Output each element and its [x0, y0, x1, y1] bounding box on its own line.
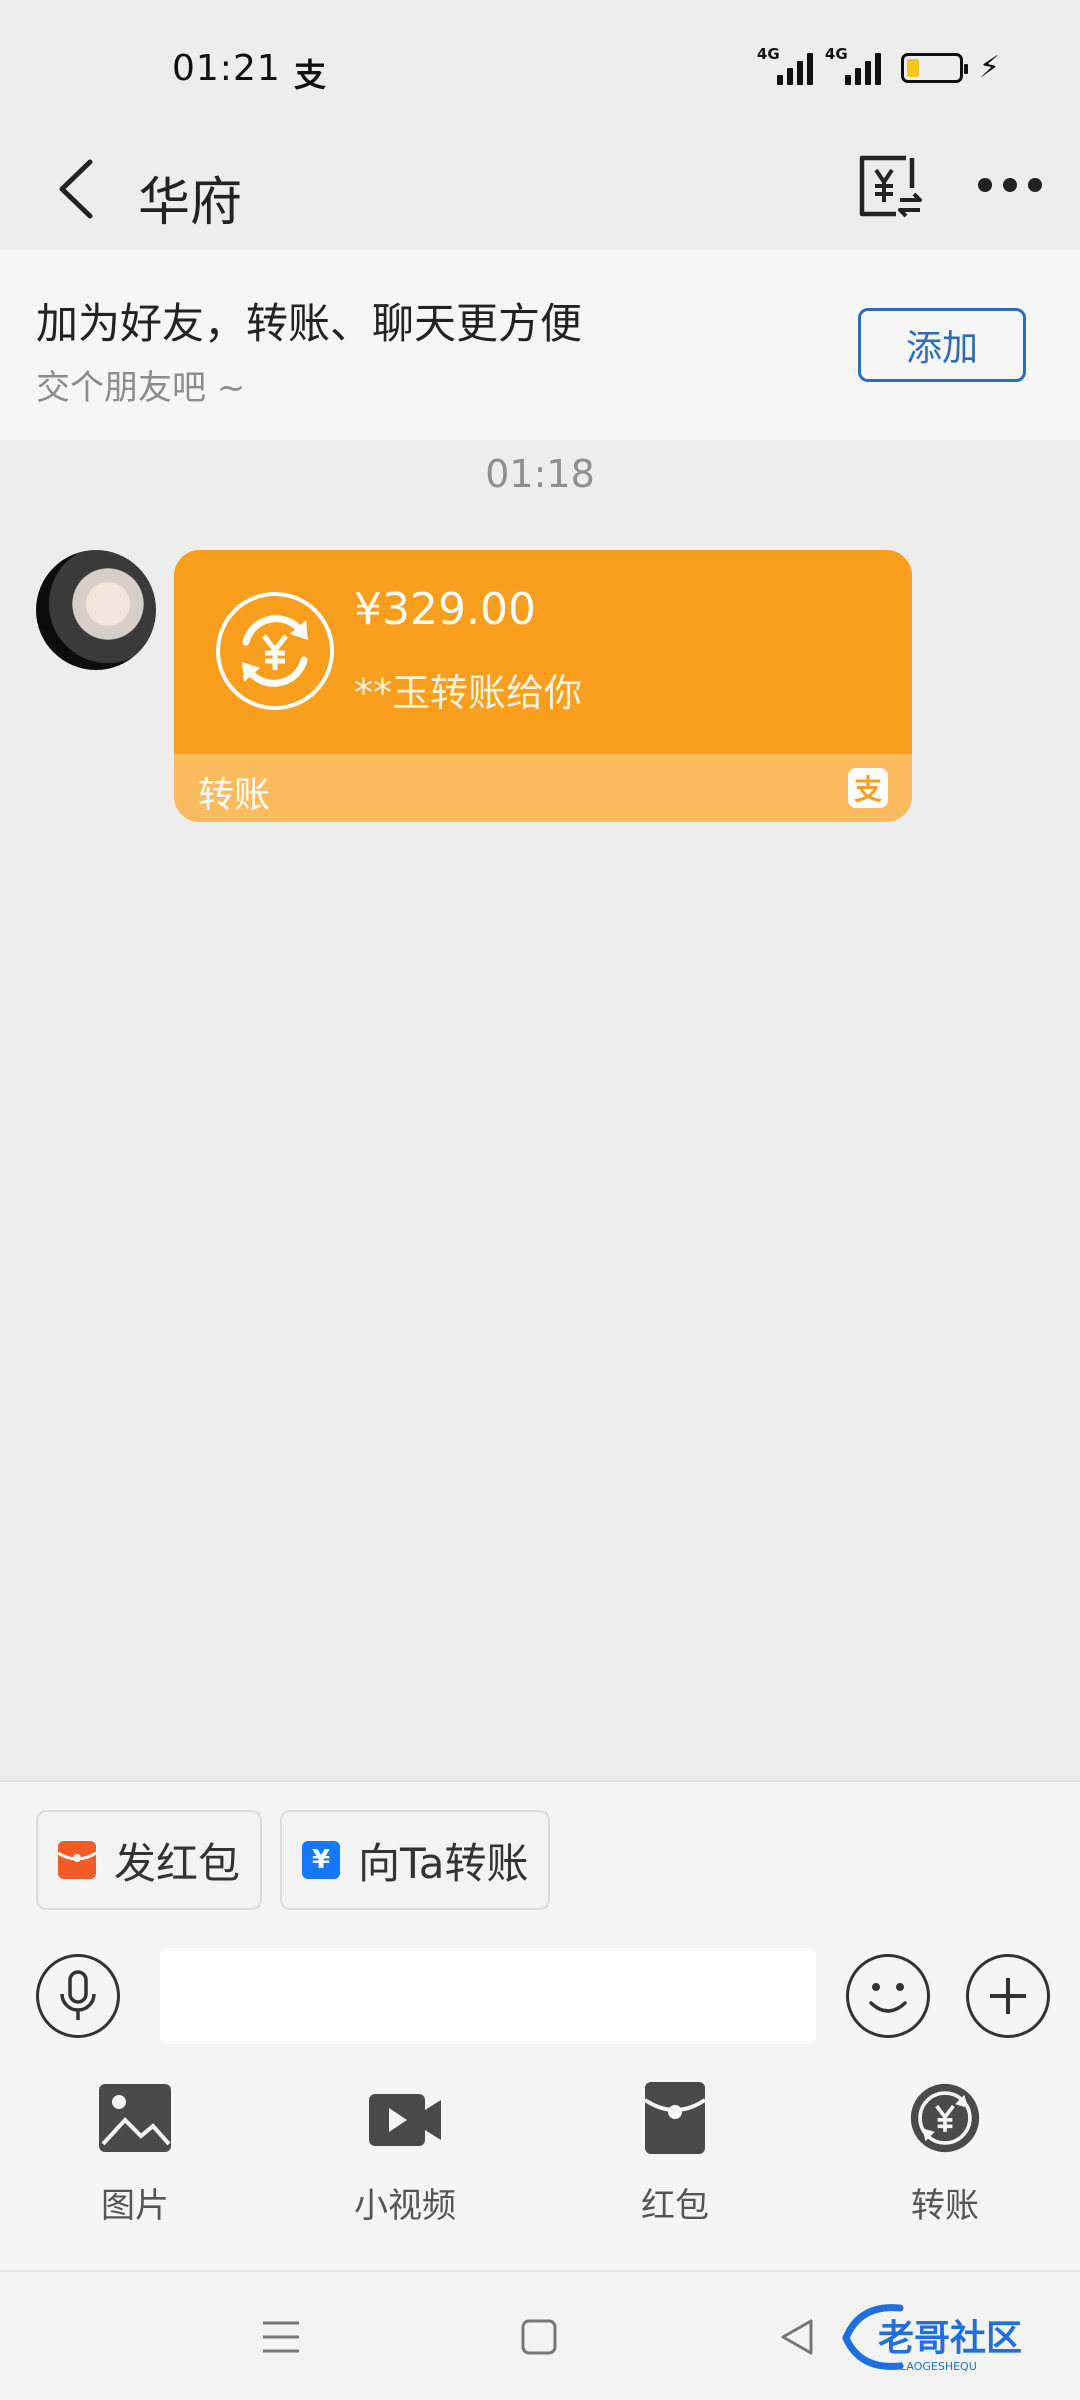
transfer-card-icon: ¥	[302, 1841, 341, 1879]
status-indicators: 4G 4G ⚡	[757, 45, 1000, 86]
charging-icon: ⚡	[978, 50, 1000, 85]
back-arrow-icon	[59, 159, 93, 219]
add-friend-banner: 加为好友，转账、聊天更方便 交个朋友吧 ~ 添加	[0, 250, 1080, 440]
alipay-status-icon: 支	[294, 56, 327, 94]
status-time: 01:21	[172, 48, 281, 89]
menu-button[interactable]	[256, 2312, 306, 2362]
send-red-packet-button[interactable]: 发红包	[36, 1810, 263, 1910]
back-triangle-icon	[781, 2319, 813, 2355]
transfer-card-body: ¥329.00 **玉转账给你	[174, 550, 912, 754]
more-icon	[978, 178, 992, 192]
tool-video[interactable]: 小视频	[270, 2082, 540, 2242]
home-icon	[521, 2319, 557, 2355]
transfer-description: **玉转账给你	[354, 671, 583, 715]
back-nav-button[interactable]	[772, 2312, 822, 2362]
transfer-amount: ¥329.00	[354, 584, 536, 635]
microphone-icon	[60, 1970, 96, 2020]
video-icon	[369, 2082, 441, 2154]
home-button[interactable]	[514, 2312, 564, 2362]
more-options-button[interactable]	[966, 1954, 1050, 2038]
alipay-logo-icon: 支	[848, 768, 888, 808]
plus-icon	[990, 1978, 1026, 2014]
back-button[interactable]	[48, 154, 108, 224]
transfer-message-card[interactable]: ¥329.00 **玉转账给你 转账 支	[174, 550, 912, 822]
more-button[interactable]	[978, 160, 1042, 210]
yuan-bill-icon	[859, 155, 922, 218]
tool-red-packet[interactable]: 红包	[540, 2082, 810, 2242]
network-type-2: 4G	[824, 44, 848, 63]
quick-actions: 发红包 ¥ 向Ta转账	[36, 1810, 551, 1910]
message-input[interactable]	[160, 1948, 816, 2044]
emoji-button[interactable]	[846, 1954, 930, 2038]
smiley-icon	[869, 1983, 907, 2013]
network-type-1: 4G	[756, 44, 780, 63]
bill-button[interactable]	[856, 148, 926, 224]
top-nav-bar: 华府	[0, 130, 1080, 250]
svg-text:老哥社区: 老哥社区	[878, 2318, 1022, 2359]
quick-action-label: 向Ta转账	[358, 1838, 529, 1888]
add-friend-subtitle: 交个朋友吧 ~	[36, 368, 246, 408]
status-bar: 01:21 支 4G 4G ⚡	[0, 0, 1080, 130]
battery-icon	[900, 52, 968, 83]
add-friend-button[interactable]: 添加	[858, 308, 1026, 382]
tool-transfer[interactable]: 转账	[810, 2082, 1080, 2242]
add-friend-title: 加为好友，转账、聊天更方便	[36, 299, 583, 348]
tool-label: 小视频	[354, 2186, 456, 2226]
tool-label: 转账	[911, 2186, 979, 2226]
transfer-label: 转账	[198, 775, 271, 816]
message-timestamp: 01:18	[485, 452, 595, 496]
voice-button[interactable]	[36, 1954, 120, 2038]
tools-grid: 图片 小视频 红包 转账	[0, 2082, 1080, 2242]
system-nav-bar: 老哥社区 LAOGESHEQU	[0, 2270, 1080, 2400]
svg-text:LAOGESHEQU: LAOGESHEQU	[900, 2360, 977, 2373]
tool-image[interactable]: 图片	[0, 2082, 270, 2242]
tool-label: 红包	[641, 2186, 709, 2226]
composer-panel: 发红包 ¥ 向Ta转账 图片 小视频 红包 转账	[0, 1780, 1080, 2270]
signal-icon: 4G	[825, 45, 881, 85]
watermark-logo: 老哥社区 LAOGESHEQU	[840, 2300, 1060, 2376]
red-packet-icon	[639, 2082, 711, 2154]
chat-title: 华府	[138, 173, 243, 233]
transfer-icon	[216, 592, 334, 710]
quick-action-label: 发红包	[114, 1838, 241, 1888]
input-row	[0, 1942, 1080, 2052]
red-packet-icon	[58, 1841, 96, 1879]
tool-label: 图片	[101, 2186, 169, 2226]
transfer-icon	[909, 2082, 981, 2154]
sender-avatar[interactable]	[36, 550, 156, 670]
transfer-to-ta-button[interactable]: ¥ 向Ta转账	[280, 1810, 551, 1910]
menu-icon	[263, 2321, 299, 2353]
signal-icon: 4G	[757, 45, 813, 85]
transfer-card-footer: 转账 支	[174, 754, 912, 822]
image-icon	[99, 2082, 171, 2154]
